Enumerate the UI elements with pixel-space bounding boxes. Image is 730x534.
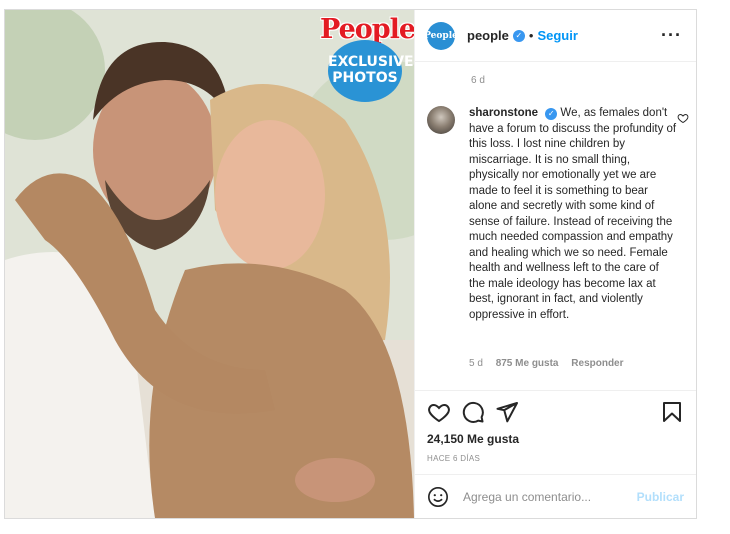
- username-link[interactable]: people: [467, 28, 509, 43]
- action-bar: [415, 390, 696, 432]
- comment-timestamp: 5 d: [469, 358, 483, 369]
- emoji-icon[interactable]: [427, 486, 449, 508]
- post-photo[interactable]: People EXCLUSIVE PHOTOS: [5, 10, 414, 518]
- verified-badge-icon: ✓: [545, 108, 558, 120]
- avatar[interactable]: [427, 106, 455, 134]
- bookmark-icon[interactable]: [660, 400, 684, 424]
- more-horizontal-icon[interactable]: ···: [661, 25, 682, 46]
- comment-likes[interactable]: 875 Me gusta: [496, 358, 559, 369]
- comment-body: sharonstone ✓ We, as females don't have …: [469, 106, 677, 323]
- separator: •: [528, 28, 534, 43]
- badge-line-2: PHOTOS: [332, 70, 398, 86]
- comments-section[interactable]: 6 d sharonstone ✓ We, as females don't h…: [415, 62, 696, 390]
- avatar[interactable]: People: [424, 21, 458, 50]
- publish-button[interactable]: Publicar: [637, 490, 684, 504]
- instagram-post: People EXCLUSIVE PHOTOS People people ✓ …: [4, 9, 697, 519]
- share-icon[interactable]: [495, 400, 519, 424]
- comment-text: We, as females don't have a forum to dis…: [469, 107, 677, 321]
- post-date: HACE 6 DÍAS: [427, 454, 481, 463]
- likes-count[interactable]: 24,150 Me gusta: [415, 432, 696, 450]
- comment-icon[interactable]: [461, 400, 485, 424]
- comment-meta: 5 d 875 Me gusta Responder: [469, 358, 634, 369]
- post-sidebar: People people ✓ • Seguir ··· 6 d sharons…: [414, 10, 696, 518]
- add-comment-bar: Agrega un comentario... Publicar: [415, 474, 696, 518]
- comment-like-heart-icon[interactable]: [677, 112, 689, 124]
- people-exclusive-badge: People EXCLUSIVE PHOTOS: [320, 14, 414, 104]
- caption-timestamp: 6 d: [471, 75, 485, 86]
- comment-item: sharonstone ✓ We, as females don't have …: [427, 106, 689, 323]
- comment-username[interactable]: sharonstone: [469, 107, 538, 119]
- exclusive-photos-seal: EXCLUSIVE PHOTOS: [328, 40, 414, 102]
- post-header: People people ✓ • Seguir ···: [415, 10, 696, 62]
- comment-input[interactable]: Agrega un comentario...: [463, 490, 637, 504]
- heart-icon[interactable]: [427, 400, 451, 424]
- follow-button[interactable]: Seguir: [537, 28, 577, 43]
- badge-line-1: EXCLUSIVE: [328, 54, 414, 70]
- verified-badge-icon: ✓: [512, 29, 525, 42]
- reply-button[interactable]: Responder: [571, 358, 623, 369]
